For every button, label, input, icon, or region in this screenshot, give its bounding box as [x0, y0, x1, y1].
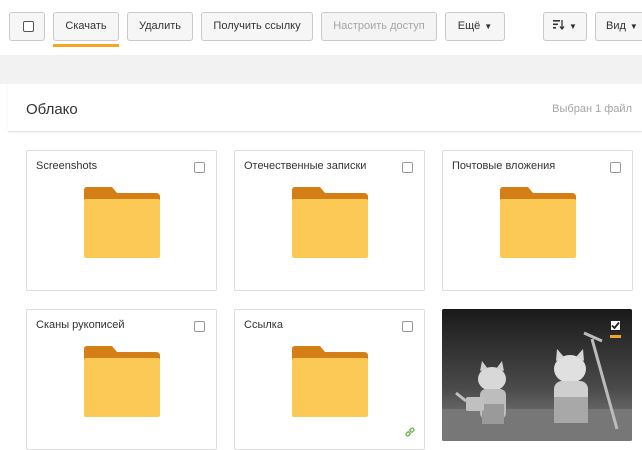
tile-name: Отечественные записки [244, 160, 367, 172]
select-all-checkbox[interactable] [9, 12, 45, 41]
sort-icon [553, 20, 565, 31]
delete-button-label: Удалить [139, 20, 181, 32]
tile-name: Почтовые вложения [452, 160, 556, 172]
image-tile-kittens[interactable] [442, 309, 632, 441]
tile-checkbox-checked[interactable] [610, 320, 621, 331]
get-link-button-label: Получить ссылку [213, 20, 301, 32]
toolbar-divider-band [0, 55, 642, 84]
tile-name: Screenshots [36, 160, 98, 172]
folder-tile-otechestvennye-zapiski[interactable]: Отечественные записки [234, 150, 425, 291]
get-link-button[interactable]: Получить ссылку [201, 12, 313, 41]
kittens-photo [442, 309, 632, 441]
checkmark-icon [610, 320, 621, 331]
download-button-label: Скачать [65, 20, 107, 32]
download-button[interactable]: Скачать [53, 12, 119, 41]
chevron-down-icon: ▼ [569, 22, 577, 31]
more-button[interactable]: Ещё ▼ [445, 12, 505, 41]
folder-tile-ssylka[interactable]: Ссылка [234, 309, 425, 450]
tile-name: Ссылка [244, 319, 283, 331]
checkbox-icon [23, 21, 34, 32]
tile-checkbox[interactable] [194, 162, 205, 173]
tile-checkbox[interactable] [610, 162, 621, 173]
more-button-label: Ещё [457, 20, 481, 32]
tile-checkbox[interactable] [402, 321, 413, 332]
folder-icon [291, 346, 368, 417]
link-icon[interactable] [404, 426, 416, 438]
folder-icon [499, 187, 576, 258]
configure-access-button-label: Настроить доступ [333, 20, 425, 32]
page-title: Облако [26, 101, 78, 118]
view-button[interactable]: Вид ▼ [595, 12, 642, 41]
folder-tile-screenshots[interactable]: Screenshots [26, 150, 217, 291]
page-header: Облако Выбран 1 файл [8, 84, 642, 132]
selection-indicator [610, 335, 621, 338]
folder-tile-pochtovye-vlozheniya[interactable]: Почтовые вложения [442, 150, 633, 291]
chevron-down-icon: ▼ [484, 22, 493, 31]
sort-button[interactable]: ▼ [543, 12, 587, 41]
delete-button[interactable]: Удалить [127, 12, 193, 41]
active-button-indicator [53, 44, 119, 47]
folder-icon [83, 346, 160, 417]
toolbar: Скачать Удалить Получить ссылку Настроит… [0, 0, 642, 55]
chevron-down-icon: ▼ [629, 22, 638, 31]
tile-checkbox[interactable] [194, 321, 205, 332]
selection-status: Выбран 1 файл [552, 103, 632, 115]
tile-name: Сканы рукописей [36, 319, 125, 331]
view-button-label: Вид [606, 20, 626, 32]
tile-checkbox[interactable] [402, 162, 413, 173]
configure-access-button[interactable]: Настроить доступ [321, 12, 437, 41]
folder-icon [83, 187, 160, 258]
folder-tile-skany-rukopisey[interactable]: Сканы рукописей [26, 309, 217, 450]
folder-icon [291, 187, 368, 258]
